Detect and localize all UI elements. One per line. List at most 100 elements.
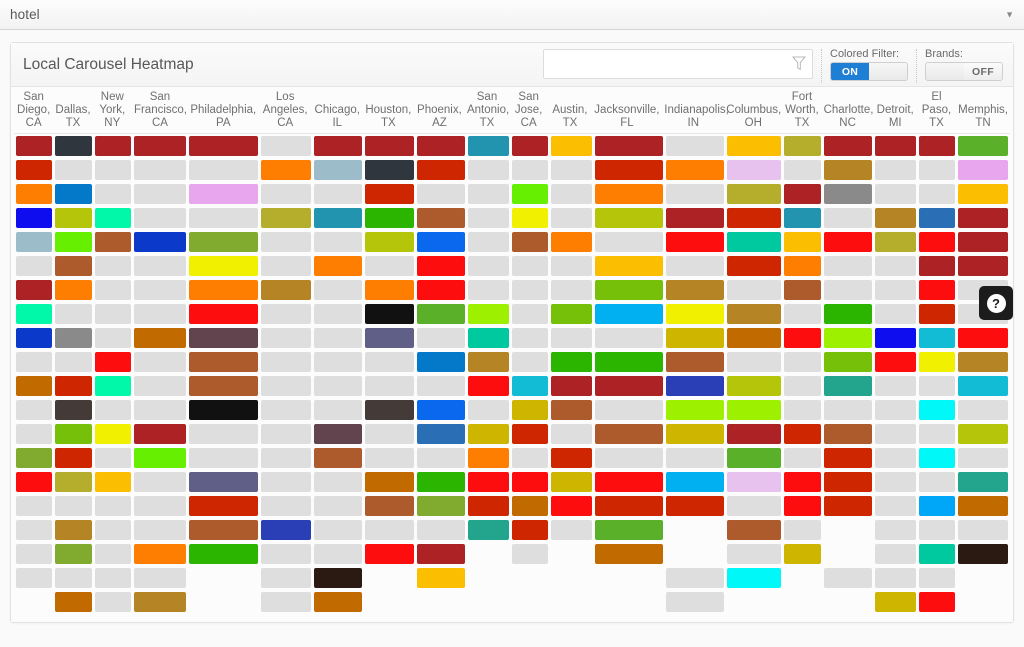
heatmap-cell[interactable] — [823, 232, 873, 252]
heatmap-cell[interactable] — [665, 328, 724, 348]
heatmap-cell[interactable] — [15, 208, 53, 228]
heatmap-cell[interactable] — [594, 448, 663, 468]
heatmap-cell[interactable] — [726, 352, 782, 372]
heatmap-cell[interactable] — [94, 256, 132, 276]
heatmap-cell[interactable] — [594, 520, 663, 540]
heatmap-cell[interactable] — [823, 376, 873, 396]
heatmap-cell[interactable] — [260, 256, 311, 276]
heatmap-cell[interactable] — [416, 160, 466, 180]
heatmap-cell[interactable] — [918, 232, 956, 252]
heatmap-cell[interactable] — [784, 448, 821, 468]
heatmap-cell[interactable] — [260, 448, 311, 468]
heatmap-cell[interactable] — [823, 496, 873, 516]
heatmap-cell[interactable] — [511, 160, 549, 180]
heatmap-cell[interactable] — [594, 184, 663, 204]
heatmap-cell[interactable] — [958, 256, 1009, 276]
heatmap-cell[interactable] — [15, 496, 53, 516]
heatmap-cell[interactable] — [594, 256, 663, 276]
heatmap-cell[interactable] — [468, 352, 509, 372]
heatmap-cell[interactable] — [875, 520, 916, 540]
heatmap-cell[interactable] — [958, 232, 1009, 252]
heatmap-cell[interactable] — [823, 352, 873, 372]
heatmap-cell[interactable] — [958, 400, 1009, 420]
heatmap-cell[interactable] — [15, 232, 53, 252]
heatmap-cell[interactable] — [594, 376, 663, 396]
heatmap-cell[interactable] — [134, 592, 187, 612]
heatmap-cell[interactable] — [726, 376, 782, 396]
heatmap-cell[interactable] — [468, 280, 509, 300]
heatmap-cell[interactable] — [551, 280, 592, 300]
heatmap-cell[interactable] — [918, 424, 956, 444]
heatmap-cell[interactable] — [313, 304, 363, 324]
heatmap-cell[interactable] — [15, 544, 53, 564]
heatmap-cell[interactable] — [823, 448, 873, 468]
heatmap-cell[interactable] — [416, 208, 466, 228]
heatmap-cell[interactable] — [468, 160, 509, 180]
heatmap-cell[interactable] — [665, 280, 724, 300]
heatmap-cell[interactable] — [665, 496, 724, 516]
heatmap-cell[interactable] — [55, 472, 92, 492]
heatmap-cell[interactable] — [313, 448, 363, 468]
heatmap-cell[interactable] — [55, 544, 92, 564]
heatmap-cell[interactable] — [260, 376, 311, 396]
heatmap-cell[interactable] — [134, 184, 187, 204]
heatmap-cell[interactable] — [189, 256, 258, 276]
heatmap-cell[interactable] — [134, 520, 187, 540]
heatmap-cell[interactable] — [918, 472, 956, 492]
heatmap-cell[interactable] — [134, 304, 187, 324]
heatmap-cell[interactable] — [594, 424, 663, 444]
heatmap-cell[interactable] — [189, 424, 258, 444]
heatmap-cell[interactable] — [416, 184, 466, 204]
heatmap-cell[interactable] — [134, 400, 187, 420]
heatmap-cell[interactable] — [55, 136, 92, 156]
heatmap-cell[interactable] — [468, 136, 509, 156]
heatmap-cell[interactable] — [313, 232, 363, 252]
heatmap-cell[interactable] — [551, 136, 592, 156]
heatmap-cell[interactable] — [365, 400, 414, 420]
heatmap-cell[interactable] — [594, 472, 663, 492]
heatmap-cell[interactable] — [511, 304, 549, 324]
heatmap-cell[interactable] — [511, 520, 549, 540]
heatmap-cell[interactable] — [15, 448, 53, 468]
heatmap-cell[interactable] — [365, 208, 414, 228]
heatmap-cell[interactable] — [189, 304, 258, 324]
heatmap-cell[interactable] — [15, 400, 53, 420]
heatmap-cell[interactable] — [468, 208, 509, 228]
heatmap-cell[interactable] — [551, 520, 592, 540]
heatmap-cell[interactable] — [189, 328, 258, 348]
heatmap-cell[interactable] — [94, 592, 132, 612]
heatmap-cell[interactable] — [958, 472, 1009, 492]
filter-input[interactable] — [543, 49, 813, 79]
heatmap-cell[interactable] — [189, 400, 258, 420]
heatmap-cell[interactable] — [511, 544, 549, 564]
heatmap-cell[interactable] — [416, 544, 466, 564]
heatmap-cell[interactable] — [313, 328, 363, 348]
heatmap-cell[interactable] — [875, 352, 916, 372]
heatmap-cell[interactable] — [189, 352, 258, 372]
heatmap-cell[interactable] — [260, 472, 311, 492]
heatmap-cell[interactable] — [665, 472, 724, 492]
heatmap-cell[interactable] — [823, 136, 873, 156]
heatmap-cell[interactable] — [416, 424, 466, 444]
heatmap-cell[interactable] — [784, 520, 821, 540]
heatmap-cell[interactable] — [958, 160, 1009, 180]
heatmap-cell[interactable] — [875, 328, 916, 348]
heatmap-cell[interactable] — [15, 376, 53, 396]
heatmap-cell[interactable] — [134, 472, 187, 492]
heatmap-cell[interactable] — [55, 424, 92, 444]
heatmap-cell[interactable] — [665, 184, 724, 204]
heatmap-cell[interactable] — [551, 328, 592, 348]
heatmap-cell[interactable] — [189, 376, 258, 396]
heatmap-cell[interactable] — [15, 568, 53, 588]
heatmap-cell[interactable] — [260, 568, 311, 588]
heatmap-cell[interactable] — [918, 280, 956, 300]
heatmap-cell[interactable] — [594, 136, 663, 156]
heatmap-cell[interactable] — [784, 424, 821, 444]
heatmap-cell[interactable] — [726, 472, 782, 492]
heatmap-cell[interactable] — [365, 424, 414, 444]
heatmap-cell[interactable] — [313, 592, 363, 612]
heatmap-cell[interactable] — [313, 472, 363, 492]
heatmap-cell[interactable] — [823, 568, 873, 588]
heatmap-cell[interactable] — [260, 232, 311, 252]
heatmap-cell[interactable] — [511, 400, 549, 420]
